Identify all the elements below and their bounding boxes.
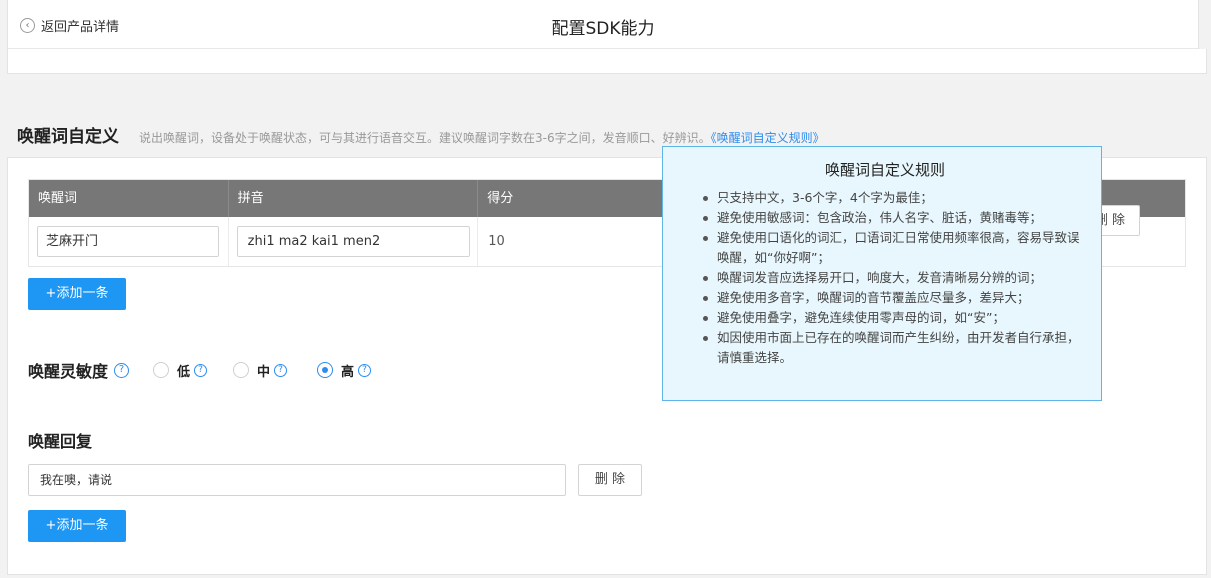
- question-circle-icon[interactable]: ?: [194, 363, 208, 377]
- sensitivity-option-low[interactable]: 低 ?: [153, 361, 208, 380]
- section-title: 唤醒词自定义: [17, 127, 119, 147]
- list-item: 避免使用叠字，避免连续使用零声母的词，如“安”；: [683, 308, 1087, 328]
- column-header-word: 唤醒词: [29, 180, 229, 217]
- reply-title: 唤醒回复: [28, 432, 93, 451]
- rules-link[interactable]: 《唤醒词自定义规则》: [711, 131, 825, 145]
- score-value: 10: [488, 234, 505, 249]
- sensitivity-title: 唤醒灵敏度: [28, 362, 109, 381]
- pinyin-input[interactable]: zhi1 ma2 kai1 men2: [236, 226, 470, 257]
- list-item: 避免使用口语化的词汇，口语词汇日常使用频率很高，容易导致误唤醒，如“你好啊”；: [683, 228, 1087, 268]
- section-description: 说出唤醒词，设备处于唤醒状态，可与其进行语音交互。建议唤醒词字数在3-6字之间，…: [139, 131, 711, 145]
- radio-medium[interactable]: [233, 362, 250, 378]
- radio-low[interactable]: [153, 362, 170, 378]
- list-item: 如因使用市面上已存在的唤醒词而产生纠纷，由开发者自行承担，请慎重选择。: [683, 328, 1087, 368]
- section-description-wrap: 说出唤醒词，设备处于唤醒状态，可与其进行语音交互。建议唤醒词字数在3-6字之间，…: [139, 129, 825, 146]
- rules-list: 只支持中文，3-6个字，4个字为最佳； 避免使用敏感词：包含政治，伟人名字、脏话…: [683, 188, 1087, 368]
- question-circle-icon[interactable]: ?: [358, 363, 372, 377]
- list-item: 唤醒词发音应选择易开口，响度大，发音清晰易分辨的词；: [683, 268, 1087, 288]
- delete-reply-button[interactable]: 删 除: [578, 464, 642, 496]
- sensitivity-option-medium[interactable]: 中 ?: [233, 361, 288, 380]
- header-edge: [1198, 0, 1208, 49]
- question-circle-icon[interactable]: ?: [114, 362, 130, 378]
- reply-input[interactable]: 我在噢，请说: [28, 464, 566, 496]
- column-header-pinyin: 拼音: [229, 180, 479, 217]
- list-item: 避免使用多音字，唤醒词的音节覆盖应尽量多，差异大；: [683, 288, 1087, 308]
- sensitivity-option-high[interactable]: 高 ?: [317, 361, 372, 380]
- add-reply-button[interactable]: +添加一条: [28, 510, 126, 542]
- option-label-high: 高: [341, 364, 355, 380]
- cell-word: 芝麻开门: [29, 217, 229, 266]
- header-panel: ‹ 返回产品详情 配置SDK能力: [7, 0, 1208, 74]
- header-divider: [8, 48, 1198, 49]
- option-label-low: 低: [177, 364, 191, 380]
- add-wake-word-button[interactable]: +添加一条: [28, 278, 126, 310]
- sensitivity-row: 唤醒灵敏度 ? 低 ? 中 ? 高 ?: [28, 358, 372, 382]
- radio-high-selected[interactable]: [317, 362, 334, 378]
- page-title: 配置SDK能力: [551, 19, 655, 39]
- cell-pinyin: zhi1 ma2 kai1 men2: [229, 217, 479, 266]
- popover-title: 唤醒词自定义规则: [824, 161, 945, 179]
- list-item: 避免使用敏感词：包含政治，伟人名字、脏话，黄赌毒等；: [683, 208, 1087, 228]
- wake-word-section-header: 唤醒词自定义 说出唤醒词，设备处于唤醒状态，可与其进行语音交互。建议唤醒词字数在…: [17, 122, 825, 147]
- rules-popover: 唤醒词自定义规则 只支持中文，3-6个字，4个字为最佳； 避免使用敏感词：包含政…: [662, 146, 1102, 401]
- question-circle-icon[interactable]: ?: [274, 363, 288, 377]
- wake-word-input[interactable]: 芝麻开门: [37, 226, 219, 257]
- list-item: 只支持中文，3-6个字，4个字为最佳；: [683, 188, 1087, 208]
- option-label-medium: 中: [257, 364, 271, 380]
